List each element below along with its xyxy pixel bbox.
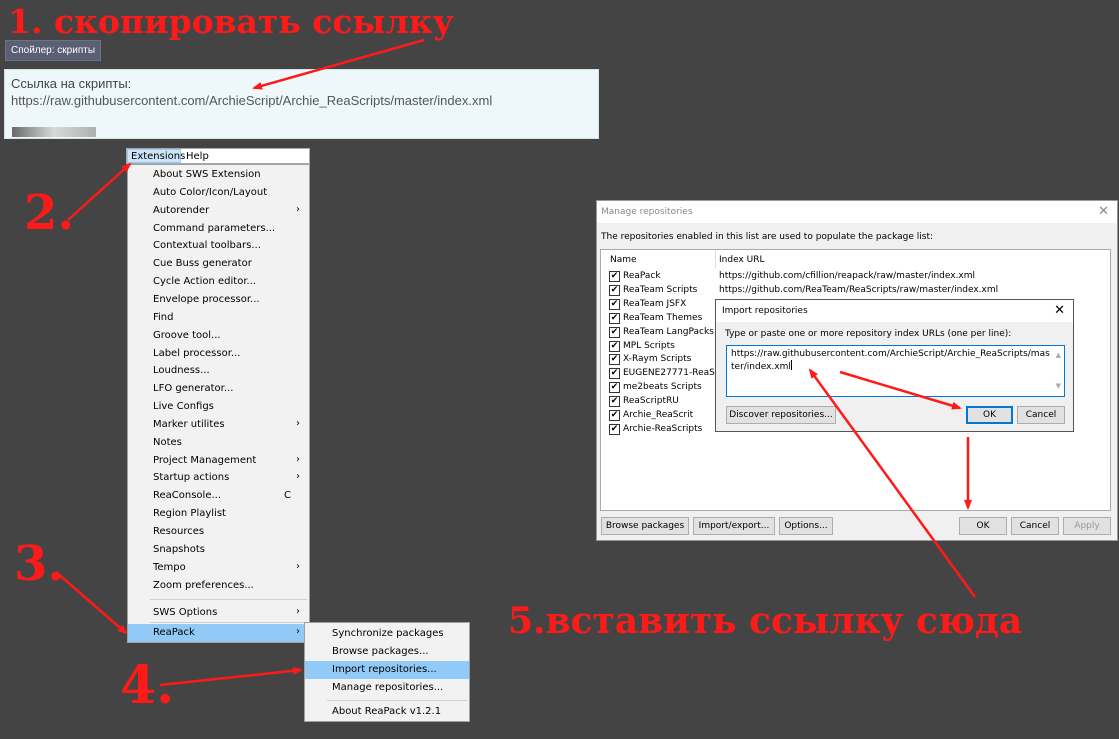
annotation-arrows — [55, 38, 977, 687]
arrow-step-2 — [67, 162, 132, 221]
arrow-step-3 — [55, 571, 128, 635]
arrow-step-4 — [159, 666, 303, 687]
arrow-step-1 — [252, 38, 425, 90]
arrow-to-import-ok — [839, 370, 962, 410]
